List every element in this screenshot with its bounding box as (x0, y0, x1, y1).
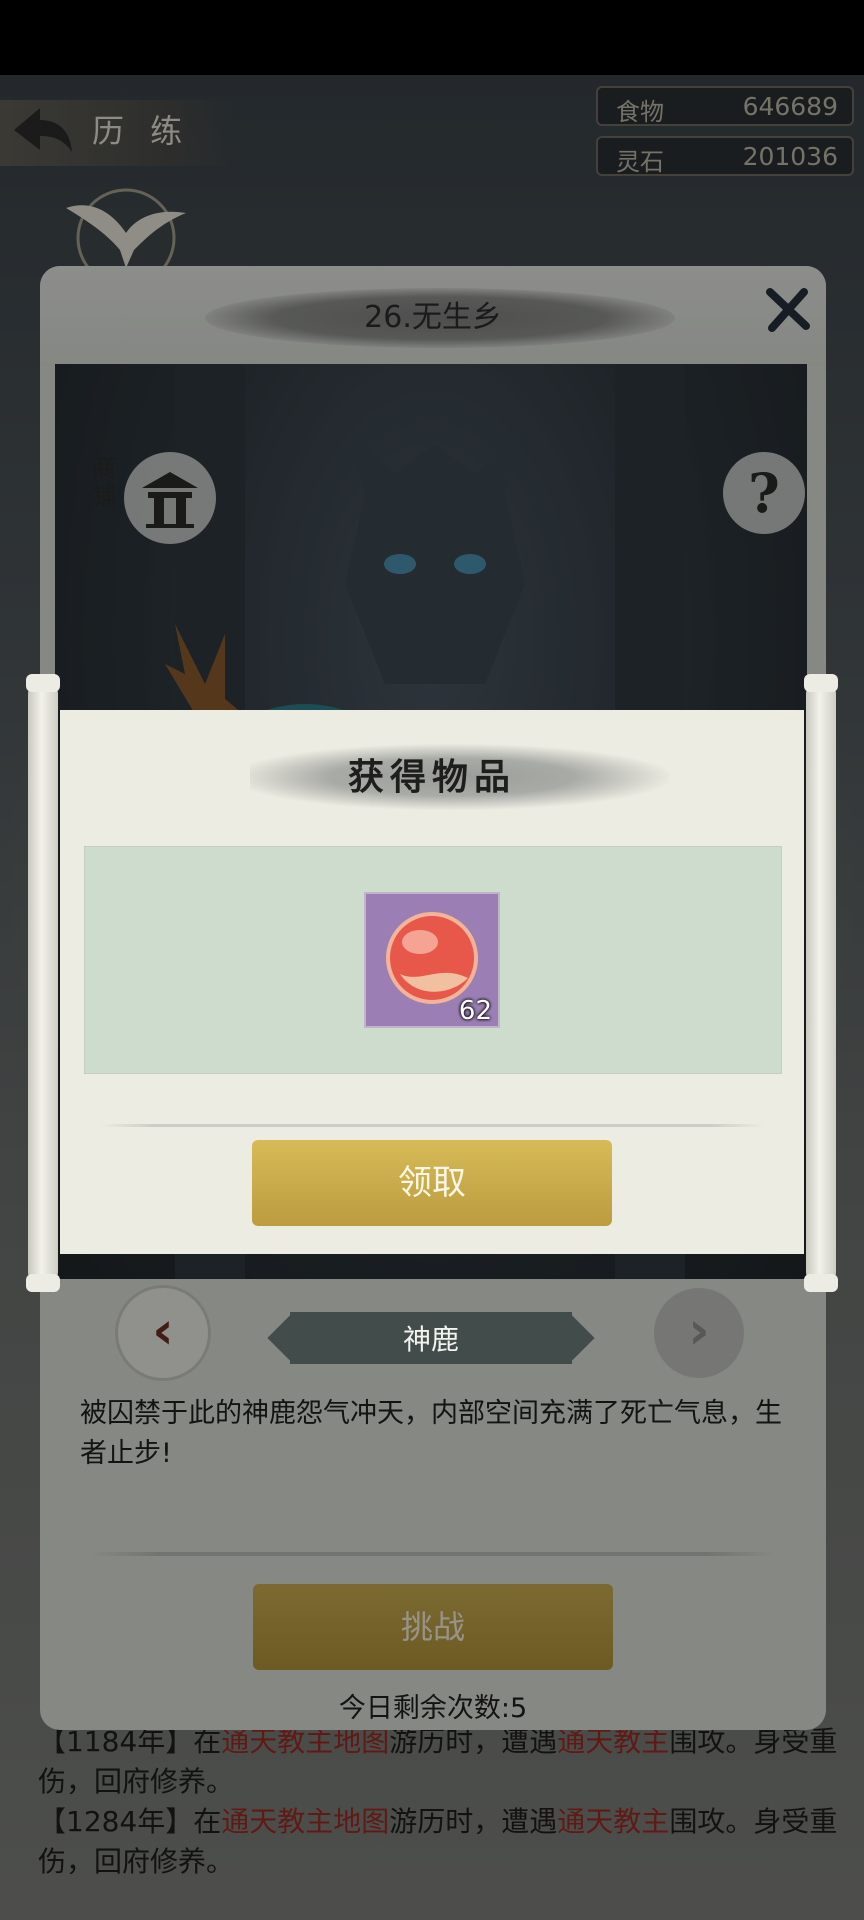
claim-button[interactable]: 领取 (252, 1140, 612, 1226)
reward-title: 获得物品 (347, 756, 516, 798)
scroll-divider (100, 1124, 764, 1127)
boss-name: 神鹿 (402, 1323, 459, 1356)
red-orb-icon (386, 912, 478, 1004)
reward-item[interactable]: 62 (364, 892, 500, 1028)
item-count: 62 (458, 996, 492, 1026)
